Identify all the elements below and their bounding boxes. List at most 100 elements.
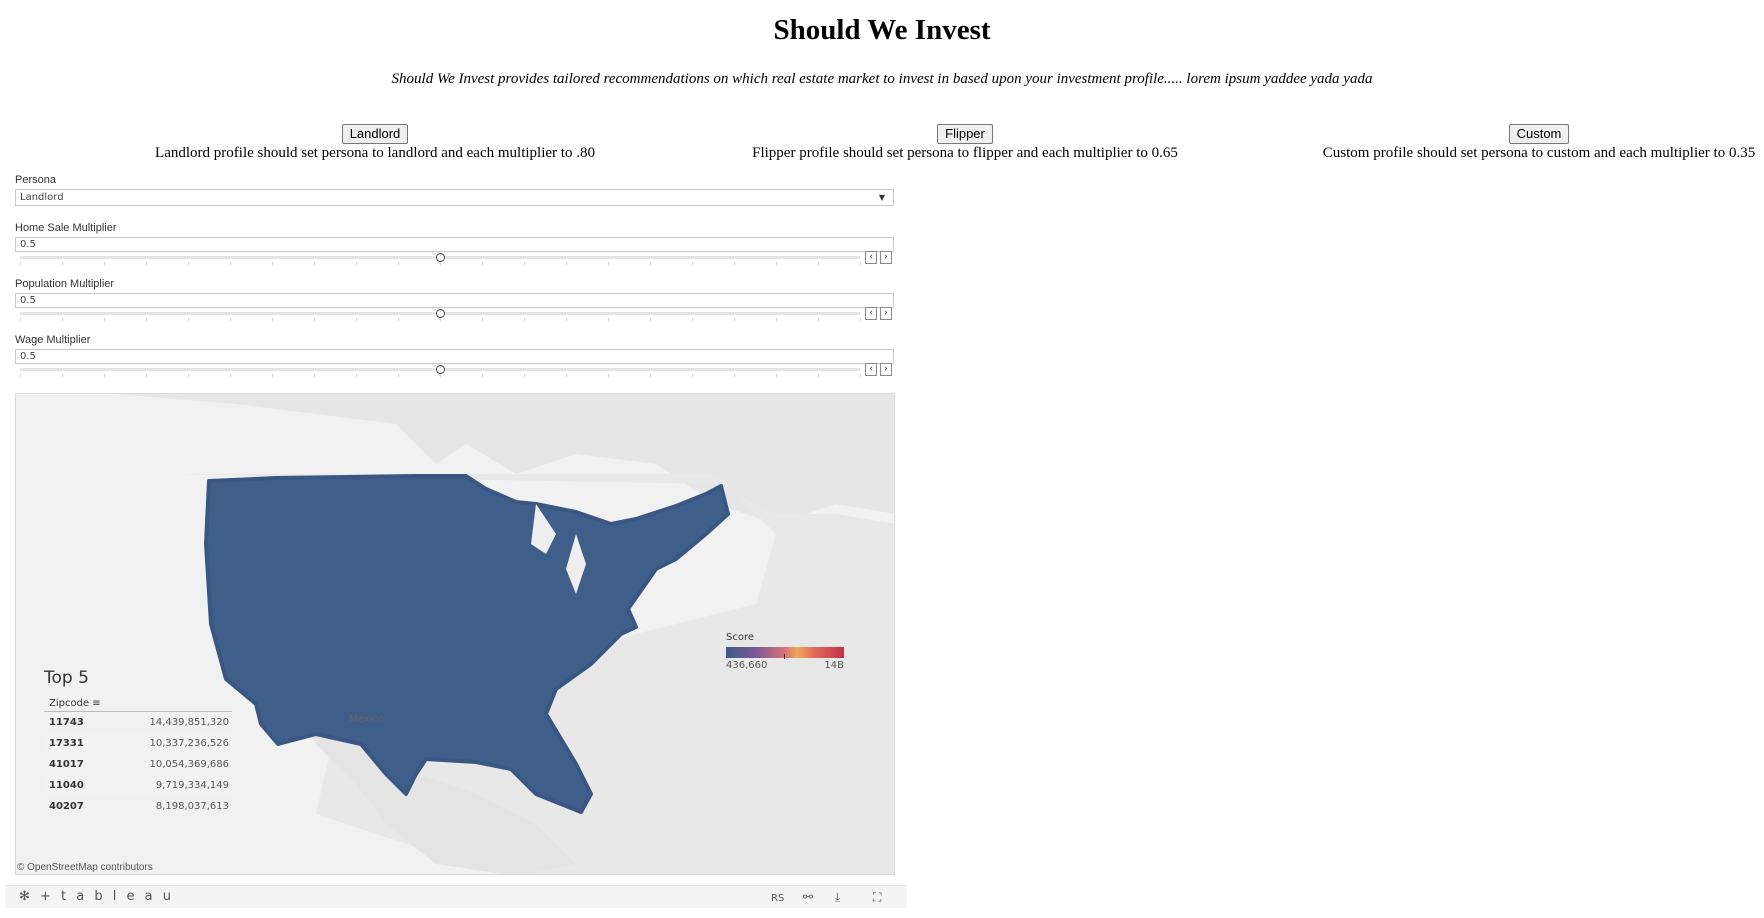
score-map[interactable]: Mexico Score 436,660 14B Top 5 Zipcode ≡…	[15, 393, 895, 875]
slider-tick	[524, 374, 525, 377]
slider-tick	[272, 318, 273, 321]
top5-table: Top 5 Zipcode ≡ 11743 14,439,851,320 173…	[44, 668, 232, 817]
wage-slider-ticks	[20, 374, 861, 378]
slider-tick	[398, 318, 399, 321]
slider-tick	[818, 262, 819, 265]
chevron-left-icon[interactable]: ‹	[865, 363, 877, 376]
tableau-toolbar: ✻ + t a b l e a u RS ⚯ ⤓ ⛶	[5, 885, 907, 908]
table-row[interactable]: 40207 8,198,037,613	[44, 796, 232, 817]
chevron-down-icon: ▼	[878, 193, 885, 202]
slider-tick	[524, 262, 525, 265]
slider-tick	[818, 374, 819, 377]
slider-tick	[608, 318, 609, 321]
slider-tick	[104, 262, 105, 265]
sort-icon[interactable]: ≡	[92, 698, 100, 709]
profile-custom: Custom Custom profile should set persona…	[1314, 124, 1764, 162]
slider-tick	[776, 262, 777, 265]
zipcode: 17331	[49, 738, 84, 749]
legend-min: 436,660	[726, 660, 768, 671]
table-row[interactable]: 11743 14,439,851,320	[44, 712, 232, 733]
slider-tick	[734, 374, 735, 377]
slider-tick	[314, 262, 315, 265]
flipper-button[interactable]: Flipper	[937, 124, 993, 144]
wage-slider-thumb[interactable]	[436, 365, 445, 374]
slider-tick	[860, 318, 861, 321]
score-legend: Score 436,660 14B	[726, 632, 844, 672]
slider-tick	[440, 374, 441, 377]
population-slider-thumb[interactable]	[436, 309, 445, 318]
slider-tick	[20, 262, 21, 265]
slider-tick	[860, 374, 861, 377]
chevron-right-icon[interactable]: ›	[880, 251, 892, 264]
home-sale-slider-thumb[interactable]	[436, 253, 445, 262]
slider-tick	[692, 374, 693, 377]
slider-tick	[398, 262, 399, 265]
slider-tick	[482, 262, 483, 265]
chevron-right-icon[interactable]: ›	[880, 363, 892, 376]
slider-tick	[188, 374, 189, 377]
chevron-left-icon[interactable]: ‹	[865, 251, 877, 264]
user-initials[interactable]: RS	[771, 893, 784, 904]
page-title-wrap: Should We Invest	[0, 14, 1764, 47]
slider-tick	[482, 318, 483, 321]
score: 14,439,851,320	[149, 717, 229, 728]
slider-tick	[146, 374, 147, 377]
slider-tick	[650, 318, 651, 321]
top5-column-zipcode[interactable]: Zipcode	[49, 698, 89, 709]
slider-tick	[818, 318, 819, 321]
population-slider-ticks	[20, 318, 861, 322]
page-title: Should We Invest	[773, 14, 991, 46]
slider-tick	[272, 262, 273, 265]
chevron-right-icon[interactable]: ›	[880, 307, 892, 320]
wage-input[interactable]: 0.5	[15, 349, 894, 364]
slider-tick	[650, 374, 651, 377]
tableau-logo[interactable]: ✻ + t a b l e a u	[19, 889, 174, 904]
tableau-viz: Persona Landlord ▼ Home Sale Multiplier …	[15, 174, 910, 914]
slider-tick	[608, 374, 609, 377]
slider-tick	[860, 262, 861, 265]
zipcode: 40207	[49, 801, 84, 812]
slider-tick	[104, 318, 105, 321]
download-icon[interactable]: ⤓	[835, 890, 840, 905]
home-sale-input[interactable]: 0.5	[15, 237, 894, 252]
page-subtitle: Should We Invest provides tailored recom…	[391, 71, 1373, 87]
slider-tick	[440, 262, 441, 265]
slider-tick	[188, 318, 189, 321]
slider-tick	[188, 262, 189, 265]
persona-label: Persona	[15, 174, 56, 186]
flipper-description: Flipper profile should set persona to fl…	[752, 145, 1178, 161]
slider-tick	[482, 374, 483, 377]
custom-description: Custom profile should set persona to cus…	[1322, 145, 1756, 161]
slider-tick	[314, 318, 315, 321]
custom-button[interactable]: Custom	[1508, 124, 1570, 144]
slider-tick	[566, 374, 567, 377]
slider-tick	[734, 318, 735, 321]
chevron-left-icon[interactable]: ‹	[865, 307, 877, 320]
zipcode: 41017	[49, 759, 84, 770]
legend-color-ramp	[726, 647, 844, 659]
score: 10,054,369,686	[149, 759, 229, 770]
persona-value: Landlord	[20, 192, 64, 203]
map-attribution[interactable]: © OpenStreetMap contributors	[17, 862, 153, 873]
top5-title: Top 5	[44, 668, 89, 688]
share-icon[interactable]: ⚯	[803, 890, 813, 904]
table-row[interactable]: 11040 9,719,334,149	[44, 775, 232, 796]
table-row[interactable]: 17331 10,337,236,526	[44, 733, 232, 754]
slider-tick	[356, 374, 357, 377]
table-row[interactable]: 41017 10,054,369,686	[44, 754, 232, 775]
slider-tick	[20, 318, 21, 321]
slider-tick	[524, 318, 525, 321]
home-sale-slider-ticks	[20, 262, 861, 266]
slider-tick	[566, 262, 567, 265]
fullscreen-icon[interactable]: ⛶	[873, 890, 881, 905]
slider-tick	[356, 262, 357, 265]
legend-marker	[784, 654, 785, 659]
legend-title: Score	[726, 632, 755, 643]
home-sale-label: Home Sale Multiplier	[15, 222, 117, 234]
landlord-button[interactable]: Landlord	[341, 124, 409, 144]
population-input[interactable]: 0.5	[15, 293, 894, 308]
slider-tick	[566, 318, 567, 321]
persona-select[interactable]: Landlord ▼	[15, 189, 894, 206]
slider-tick	[608, 262, 609, 265]
score: 10,337,236,526	[149, 738, 229, 749]
